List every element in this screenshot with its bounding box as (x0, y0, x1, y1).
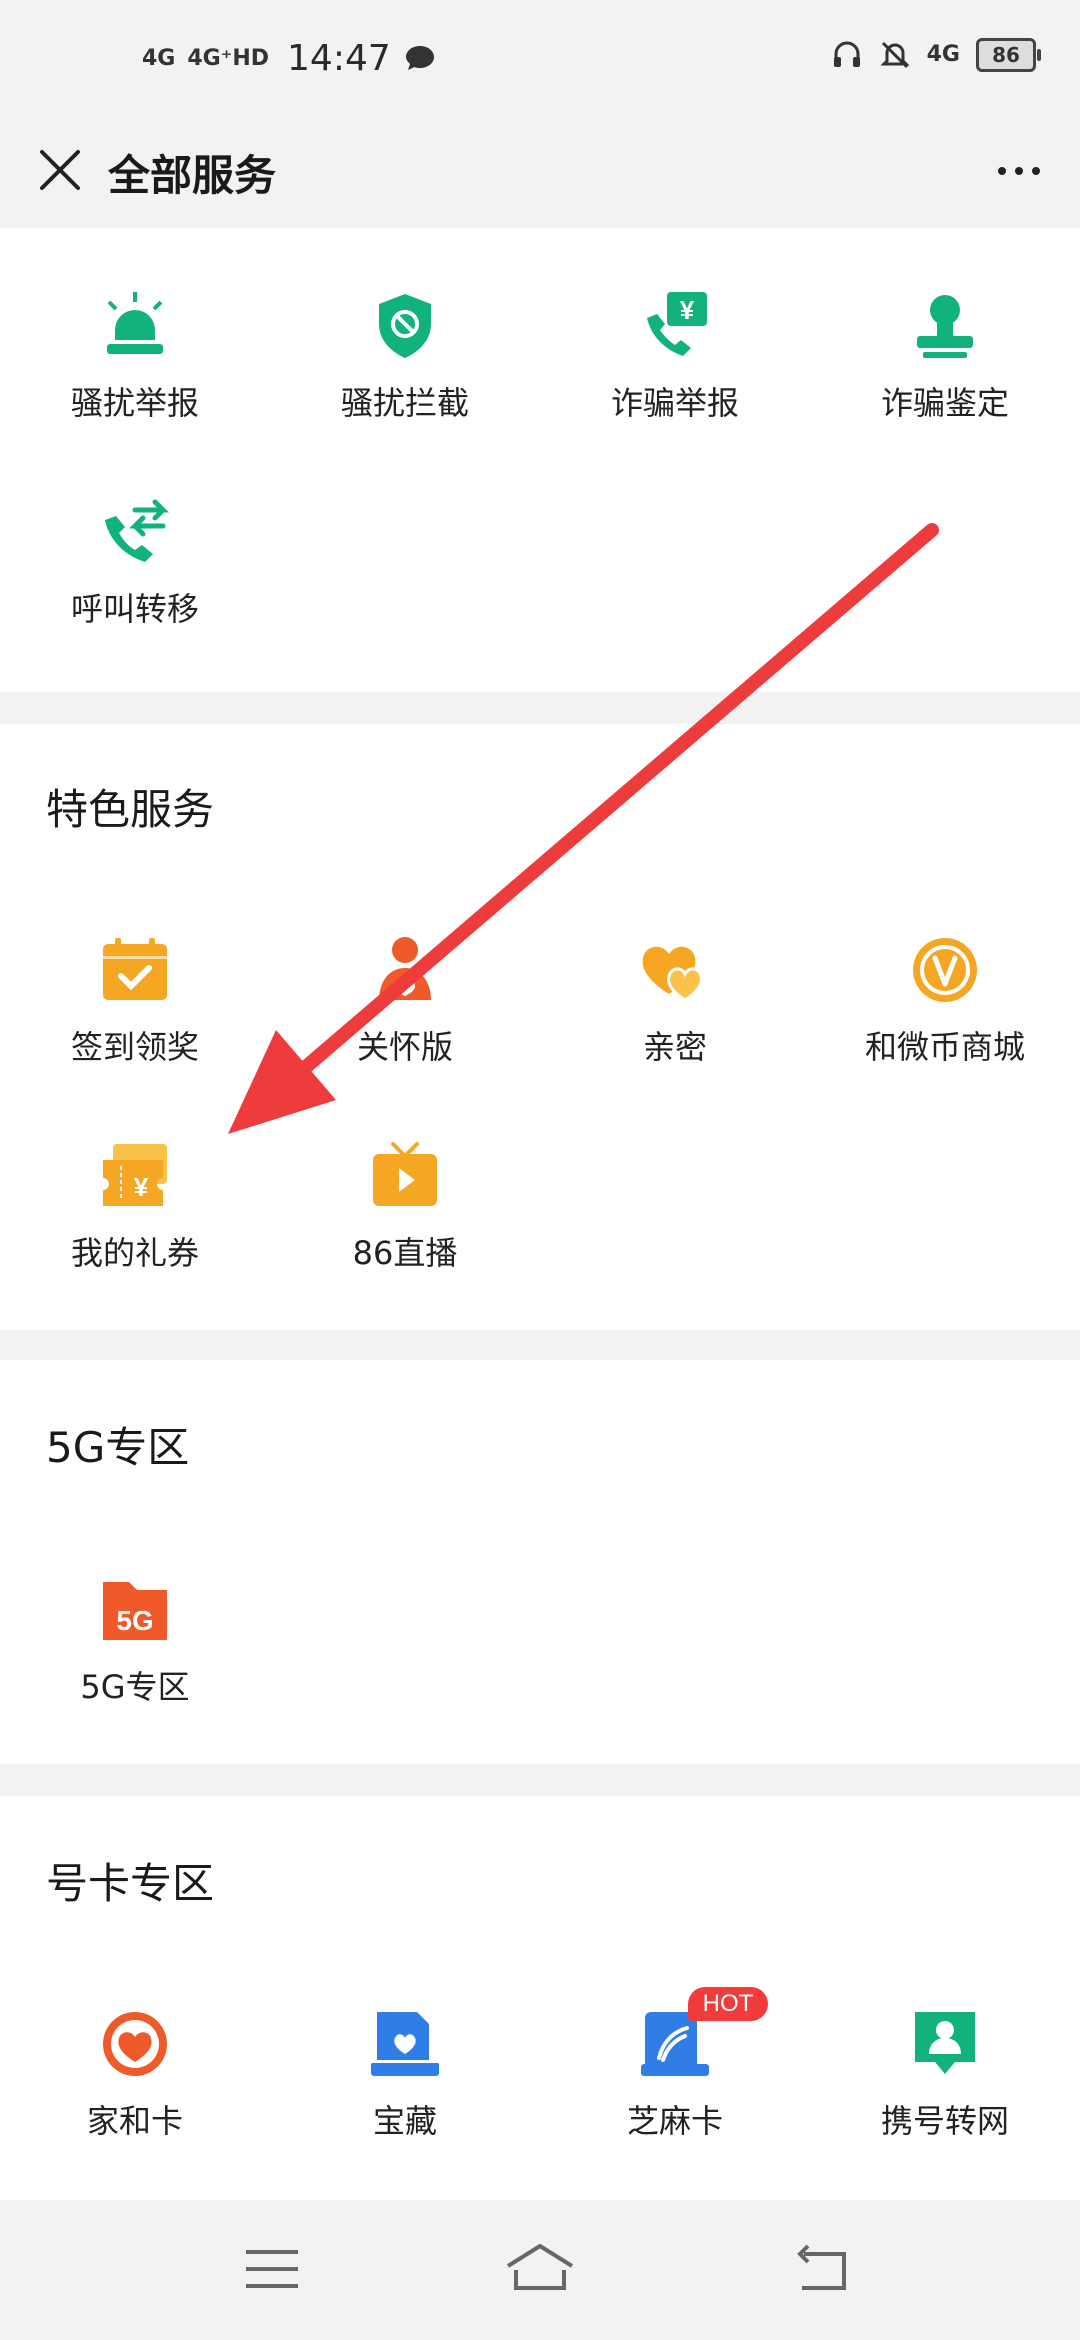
service-item[interactable]: 86直播 (270, 1140, 540, 1340)
battery-indicator: 86 (976, 38, 1041, 72)
page-title: 全部服务 (108, 151, 277, 200)
service-label: 携号转网 (880, 2102, 1009, 2140)
service-item[interactable]: 宝藏 (270, 2008, 540, 2208)
back-icon[interactable] (784, 2234, 864, 2304)
clock: 14:47 (287, 38, 391, 79)
card-zone-section: 号卡专区 家和卡 宝藏 芝麻卡 携号转网 (0, 1796, 1080, 2200)
service-label: 骚扰拦截 (340, 384, 469, 422)
status-bar: 4G 4G⁺HD 14:47 4G 86 (0, 0, 1080, 118)
service-label: 诈骗鉴定 (880, 384, 1009, 422)
service-label: 诈骗举报 (610, 384, 739, 422)
5g-icon-text: 5G (116, 1605, 153, 1636)
service-item[interactable]: 5G 5G专区 (0, 1574, 270, 1774)
service-item[interactable]: 骚扰拦截 (270, 290, 540, 490)
close-icon[interactable] (30, 140, 90, 200)
service-label: 呼叫转移 (70, 590, 199, 628)
app-bar: 全部服务 (0, 118, 1080, 228)
dot-icon (998, 167, 1006, 175)
call-forward-icon (105, 499, 170, 562)
service-item[interactable]: 芝麻卡 (540, 2008, 810, 2208)
service-item[interactable]: 诈骗鉴定 (810, 290, 1080, 490)
signal-indicator-1: 4G (142, 45, 176, 71)
status-right: 4G 86 (831, 38, 1041, 72)
service-label: 5G专区 (80, 1668, 190, 1706)
coin-v-icon (913, 938, 977, 1002)
hearts-icon (642, 946, 703, 1002)
status-left: 4G 4G⁺HD 14:47 (142, 38, 437, 79)
service-label: 芝麻卡 (626, 2102, 723, 2140)
service-item[interactable]: 携号转网 (810, 2008, 1080, 2208)
section-title: 5G专区 (46, 1423, 190, 1472)
service-label: 亲密 (642, 1028, 707, 1066)
more-options-button[interactable] (984, 146, 1054, 196)
section-title: 特色服务 (46, 785, 215, 834)
service-label: 我的礼券 (70, 1234, 199, 1272)
service-item[interactable]: 关怀版 (270, 934, 540, 1134)
heart-circle-icon (103, 2012, 167, 2076)
portability-icon (915, 2012, 975, 2074)
stamp-icon (917, 295, 973, 358)
treasure-icon (371, 2012, 439, 2076)
service-label: 签到领奖 (70, 1028, 199, 1066)
tv-play-icon (373, 1142, 437, 1206)
security-services-section: 骚扰举报 骚扰拦截 ¥ 诈骗举报 诈骗鉴定 呼叫转移 (0, 228, 1080, 692)
section-title: 号卡专区 (46, 1859, 215, 1908)
svg-text:¥: ¥ (134, 1172, 149, 1202)
service-item[interactable]: 家和卡 (0, 2008, 270, 2208)
hot-badge: HOT (688, 1987, 768, 2021)
home-icon[interactable] (500, 2234, 580, 2304)
svg-text:¥: ¥ (680, 295, 695, 325)
signal-indicator-2: 4G⁺HD (187, 45, 270, 71)
5g-zone-section: 5G专区 5G 5G专区 (0, 1360, 1080, 1764)
service-label: 骚扰举报 (70, 384, 199, 422)
service-label: 86直播 (352, 1234, 458, 1272)
dot-icon (1032, 167, 1040, 175)
calendar-check-icon (103, 938, 167, 1000)
service-item[interactable]: ¥ 诈骗举报 (540, 290, 810, 490)
menu-icon[interactable] (232, 2234, 312, 2304)
service-item[interactable]: 呼叫转移 (0, 496, 270, 696)
system-nav-bar (0, 2200, 1080, 2340)
service-item[interactable]: 和微币商城 (810, 934, 1080, 1134)
dot-icon (1015, 167, 1023, 175)
headphones-icon (833, 41, 860, 67)
service-label: 和微币商城 (864, 1028, 1025, 1066)
featured-services-section: 特色服务 签到领奖 关怀版 亲密 和微币商城 ¥ 我的礼券 86直播 (0, 724, 1080, 1330)
signal-indicator-3: 4G (926, 42, 960, 67)
service-label: 宝藏 (372, 2102, 437, 2140)
service-item[interactable]: 骚扰举报 (0, 290, 270, 490)
bell-off-icon (880, 41, 910, 69)
shield-block-icon (379, 294, 431, 358)
service-label: 家和卡 (86, 2102, 183, 2140)
service-item[interactable]: ¥ 我的礼券 (0, 1140, 270, 1340)
phone-yuan-icon: ¥ (647, 292, 707, 356)
alarm-light-icon (107, 292, 163, 354)
care-person-icon (379, 937, 431, 1000)
coupon-icon: ¥ (103, 1144, 167, 1206)
message-icon (405, 45, 434, 70)
5g-folder-icon: 5G (103, 1582, 167, 1640)
service-item[interactable]: 签到领奖 (0, 934, 270, 1134)
service-label: 关怀版 (356, 1028, 453, 1066)
service-item[interactable]: 亲密 (540, 934, 810, 1134)
